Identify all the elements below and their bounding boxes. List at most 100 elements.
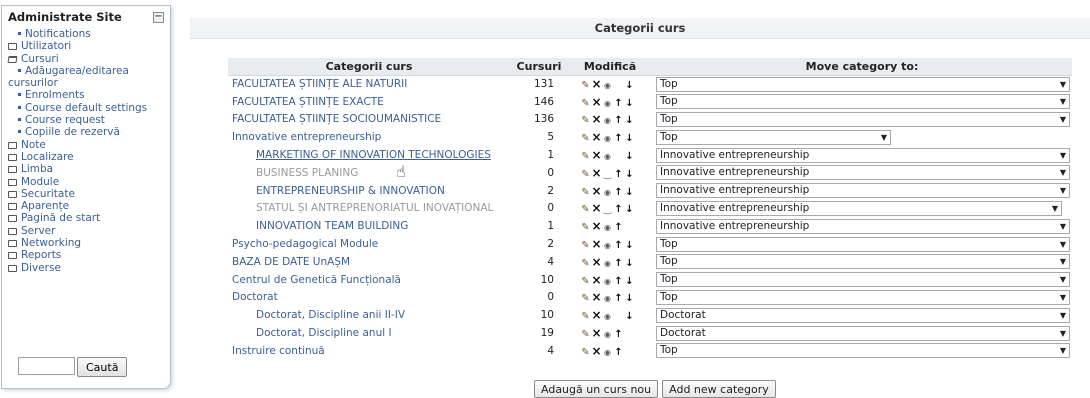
eye-open-icon[interactable]: ◉ (602, 188, 613, 197)
arrow-down-icon[interactable]: ↓ (624, 204, 635, 215)
search-button[interactable]: Caută (77, 357, 128, 377)
category-name-text[interactable]: Innovative entrepreneurship (232, 131, 381, 143)
move-category-select[interactable]: Innovative entrepreneurship ▼ (656, 165, 1070, 181)
dropdown-arrow-icon[interactable]: ▼ (1060, 78, 1066, 91)
add-category-button[interactable]: Add new category (662, 380, 776, 398)
sidebar-item[interactable]: Networking (2, 237, 170, 249)
category-name[interactable]: FACULTATEA ȘTIINȚE EXACTE (228, 93, 510, 111)
delete-x-icon[interactable]: × (591, 255, 602, 269)
category-name-text[interactable]: FACULTATEA ȘTIINȚE ALE NATURII (232, 78, 407, 90)
search-input[interactable] (18, 357, 75, 375)
category-name[interactable]: BUSINESS PLANING (228, 164, 510, 182)
arrow-down-icon[interactable]: ↓ (624, 115, 635, 126)
move-category-select[interactable]: Top ▼ (656, 236, 1070, 252)
category-name-text[interactable]: STATUL ȘI ANTREPRENORIATUL INOVAȚIONAL (256, 202, 493, 214)
category-name[interactable]: MARKETING OF INNOVATION TECHNOLOGIES (228, 146, 510, 164)
category-name-text[interactable]: ENTREPRENEURSHIP & INNOVATION (256, 185, 445, 197)
eye-closed-icon[interactable]: ‿ (602, 204, 613, 215)
move-category-select[interactable]: Top ▼ (656, 289, 1070, 305)
arrow-up-icon[interactable]: ↑ (613, 98, 624, 109)
edit-pencil-icon[interactable]: ✎ (580, 276, 591, 287)
dropdown-arrow-icon[interactable]: ▼ (1060, 273, 1066, 286)
arrow-up-icon[interactable]: ↑ (613, 293, 624, 304)
edit-pencil-icon[interactable]: ✎ (580, 133, 591, 144)
eye-open-icon[interactable]: ◉ (602, 330, 613, 339)
arrow-down-icon[interactable]: ↓ (624, 169, 635, 180)
add-course-button[interactable]: Adaugă un curs nou (534, 380, 659, 398)
delete-x-icon[interactable]: × (591, 308, 602, 322)
delete-x-icon[interactable]: × (591, 201, 602, 215)
category-name-text[interactable]: Centrul de Genetică Funcțională (232, 274, 401, 286)
sidebar-item[interactable]: Server (2, 225, 170, 237)
sidebar-item[interactable]: Securitate (2, 188, 170, 200)
delete-x-icon[interactable]: × (591, 184, 602, 198)
arrow-up-icon[interactable]: ↑ (613, 115, 624, 126)
category-name-text[interactable]: BUSINESS PLANING (256, 167, 358, 179)
dropdown-arrow-icon[interactable]: ▼ (1060, 238, 1066, 251)
category-name-text[interactable]: Doctorat (232, 291, 278, 303)
arrow-up-icon[interactable]: ↑ (613, 133, 624, 144)
category-name[interactable]: Psycho-pedagogical Module (228, 235, 510, 253)
category-name-text[interactable]: BAZA DE DATE UnAȘM (232, 256, 350, 268)
delete-x-icon[interactable]: × (591, 219, 602, 233)
category-name-text[interactable]: Psycho-pedagogical Module (232, 238, 378, 250)
arrow-up-icon[interactable]: ↑ (613, 187, 624, 198)
edit-pencil-icon[interactable]: ✎ (580, 258, 591, 269)
edit-pencil-icon[interactable]: ✎ (580, 98, 591, 109)
arrow-down-icon[interactable]: ↓ (624, 133, 635, 144)
dropdown-arrow-icon[interactable]: ▼ (1060, 113, 1066, 126)
delete-x-icon[interactable]: × (591, 237, 602, 251)
eye-open-icon[interactable]: ◉ (602, 99, 613, 108)
arrow-up-icon[interactable]: ↑ (613, 329, 624, 340)
eye-closed-icon[interactable]: ‿ (602, 169, 613, 180)
eye-open-icon[interactable]: ◉ (602, 223, 613, 232)
edit-pencil-icon[interactable]: ✎ (580, 329, 591, 340)
dropdown-arrow-icon[interactable]: ▼ (1060, 184, 1066, 197)
dropdown-arrow-icon[interactable]: ▼ (1060, 309, 1066, 322)
arrow-down-icon[interactable]: ↓ (624, 293, 635, 304)
arrow-up-icon[interactable]: ↑ (613, 204, 624, 215)
arrow-down-icon[interactable]: ↓ (624, 151, 635, 162)
category-name-text[interactable]: Doctorat, Discipline anii II-IV (256, 309, 405, 321)
sidebar-item[interactable]: Reports (2, 249, 170, 261)
sidebar-item[interactable]: cursurilor (2, 77, 170, 89)
sidebar-item[interactable]: Copiile de rezervă (2, 126, 170, 138)
sidebar-item[interactable]: Diverse (2, 262, 170, 274)
category-name[interactable]: FACULTATEA ȘTIINȚE SOCIOUMANISTICE (228, 111, 510, 129)
category-name-text[interactable]: FACULTATEA ȘTIINȚE SOCIOUMANISTICE (232, 113, 441, 125)
category-name[interactable]: FACULTATEA ȘTIINȚE ALE NATURII (228, 75, 510, 93)
eye-open-icon[interactable]: ◉ (602, 116, 613, 125)
delete-x-icon[interactable]: × (591, 344, 602, 358)
dropdown-arrow-icon[interactable]: ▼ (1060, 166, 1066, 179)
category-name-text[interactable]: Instruire continuă (232, 345, 325, 357)
move-category-select[interactable]: Doctorat ▼ (656, 325, 1070, 341)
category-name[interactable]: Centrul de Genetică Funcțională (228, 271, 510, 289)
category-name[interactable]: Instruire continuă (228, 342, 510, 360)
delete-x-icon[interactable]: × (591, 326, 602, 340)
move-category-select[interactable]: Top ▼ (656, 76, 1070, 92)
category-name[interactable]: Doctorat (228, 289, 510, 307)
arrow-down-icon[interactable]: ↓ (624, 98, 635, 109)
sidebar-item[interactable]: Utilizatori (2, 40, 170, 52)
eye-open-icon[interactable]: ◉ (602, 241, 613, 250)
arrow-up-icon[interactable]: ↑ (613, 169, 624, 180)
eye-open-icon[interactable]: ◉ (602, 259, 613, 268)
edit-pencil-icon[interactable]: ✎ (580, 311, 591, 322)
category-name[interactable]: Doctorat, Discipline anul I (228, 324, 510, 342)
category-name-text[interactable]: MARKETING OF INNOVATION TECHNOLOGIES (256, 149, 491, 161)
arrow-up-icon[interactable]: ↑ (613, 347, 624, 358)
arrow-up-icon[interactable]: ↑ (613, 222, 624, 233)
move-category-select[interactable]: Top ▼ (656, 94, 1070, 110)
category-name[interactable]: STATUL ȘI ANTREPRENORIATUL INOVAȚIONAL (228, 200, 510, 218)
move-category-select[interactable]: Top ▼ (656, 111, 1070, 127)
move-category-select[interactable]: Top ▼ (656, 343, 1070, 359)
dropdown-arrow-icon[interactable]: ▼ (1060, 149, 1066, 162)
delete-x-icon[interactable]: × (591, 290, 602, 304)
category-name[interactable]: Innovative entrepreneurship (228, 128, 510, 146)
category-name[interactable]: INNOVATION TEAM BUILDING (228, 217, 510, 235)
edit-pencil-icon[interactable]: ✎ (580, 293, 591, 304)
delete-x-icon[interactable]: × (591, 130, 602, 144)
edit-pencil-icon[interactable]: ✎ (580, 151, 591, 162)
sidebar-item[interactable]: Course default settings (2, 102, 170, 114)
eye-open-icon[interactable]: ◉ (602, 277, 613, 286)
